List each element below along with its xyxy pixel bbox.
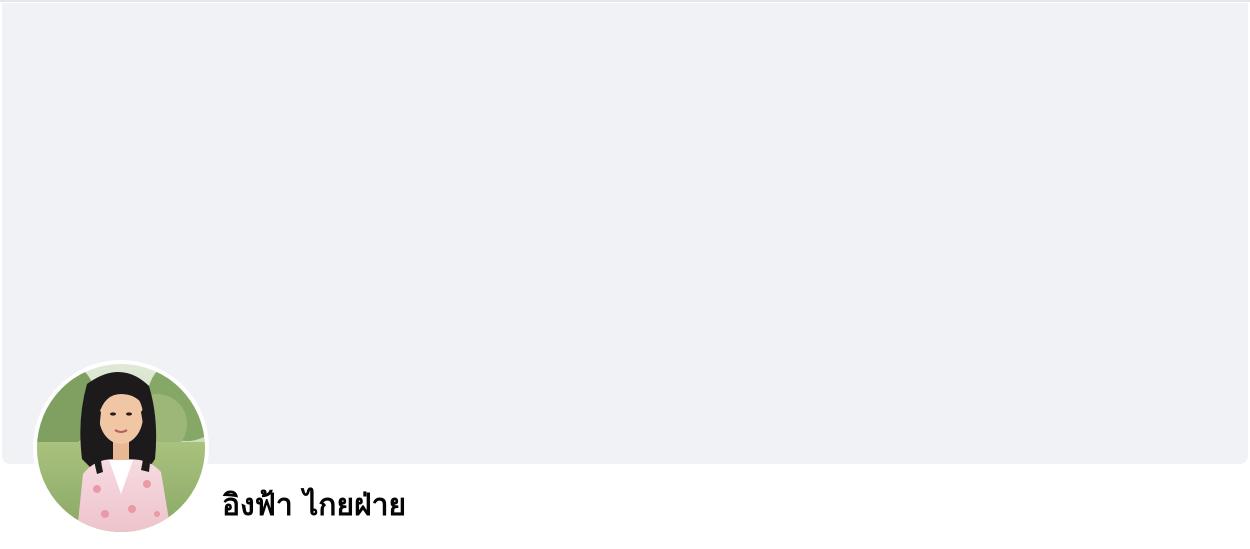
- profile-page: อิงฟ้า ไกยฝ่าย: [0, 0, 1250, 549]
- profile-name[interactable]: อิงฟ้า ไกยฝ่าย: [222, 486, 406, 526]
- profile-picture[interactable]: [33, 360, 209, 536]
- top-divider: [0, 0, 1250, 2]
- avatar-photo-image: [37, 364, 205, 532]
- avatar: [37, 364, 205, 532]
